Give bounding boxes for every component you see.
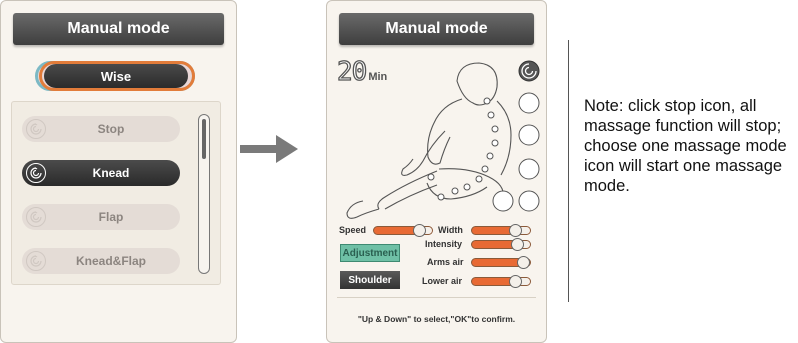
- slider-knob[interactable]: [517, 256, 530, 269]
- massage-swirl-icon: [26, 251, 46, 271]
- body-diagram: [346, 60, 540, 219]
- divider: [337, 297, 536, 298]
- lower-air-slider[interactable]: [471, 275, 531, 288]
- massage-swirl-icon: [26, 119, 46, 139]
- vertical-divider: [568, 40, 569, 302]
- slider-knob[interactable]: [511, 238, 524, 251]
- speed-label: Speed: [339, 225, 367, 235]
- speed-slider[interactable]: [373, 224, 433, 237]
- shoulder-button[interactable]: Shoulder: [340, 271, 400, 289]
- left-title: Manual mode: [67, 20, 170, 37]
- shoulder-label: Shoulder: [348, 274, 392, 286]
- massage-point-markers: [427, 97, 499, 201]
- right-title: Manual mode: [385, 20, 488, 37]
- note-text: Note: click stop icon, all massage funct…: [584, 97, 787, 195]
- lower-air-label: Lower air: [422, 276, 463, 286]
- mode-button-knead-flap[interactable]: Knead&Flap: [22, 248, 180, 274]
- scrollbar-thumb[interactable]: [202, 119, 206, 159]
- massage-swirl-icon: [26, 207, 46, 227]
- left-title-bar: Manual mode: [13, 13, 224, 45]
- width-slider[interactable]: [471, 224, 531, 237]
- width-label: Width: [438, 225, 463, 235]
- slider-knob[interactable]: [509, 224, 522, 237]
- intensity-slider[interactable]: [471, 238, 531, 251]
- arms-air-label: Arms air: [427, 257, 464, 267]
- wise-mode-button[interactable]: Wise: [35, 61, 195, 91]
- slider-knob[interactable]: [413, 224, 426, 237]
- slider-knob[interactable]: [509, 275, 522, 288]
- mode-button-flap[interactable]: Flap: [22, 204, 180, 230]
- mode-list-scrollbar[interactable]: [198, 114, 210, 274]
- body-zone-buttons[interactable]: [492, 60, 540, 212]
- left-phone-panel: Manual mode Wise Stop Knead Flap Knead&F…: [0, 0, 237, 343]
- right-arrow-icon: [240, 135, 298, 163]
- seated-body-outline-icon: [346, 62, 512, 219]
- mode-button-stop[interactable]: Stop: [22, 116, 180, 142]
- mode-button-knead[interactable]: Knead: [22, 160, 180, 186]
- adjustment-button[interactable]: Adjustment: [340, 244, 400, 262]
- right-title-bar: Manual mode: [339, 13, 534, 45]
- right-phone-panel: Manual mode 20 Min Speed Width Adjustmen…: [326, 0, 547, 343]
- mode-list: Stop Knead Flap Knead&Flap: [11, 101, 221, 285]
- arms-air-slider[interactable]: [471, 256, 531, 269]
- wise-label: Wise: [100, 68, 132, 84]
- hint-text: "Up & Down" to select,"OK"to confirm.: [357, 314, 516, 324]
- adjustment-label: Adjustment: [342, 247, 398, 259]
- massage-swirl-icon: [26, 163, 46, 183]
- intensity-label: Intensity: [425, 239, 463, 249]
